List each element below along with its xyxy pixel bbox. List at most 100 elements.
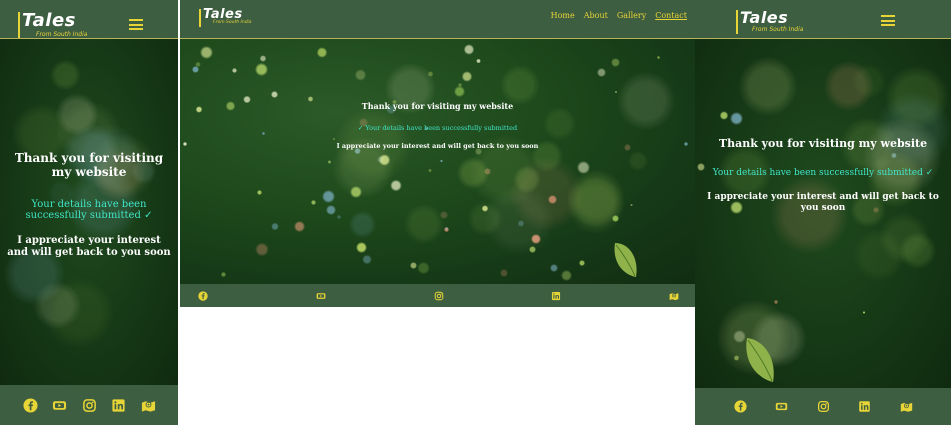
bokeh-light bbox=[824, 61, 874, 111]
bokeh-light bbox=[427, 71, 434, 78]
success-text: Your details have been successfully subm… bbox=[712, 168, 923, 178]
bokeh-light bbox=[259, 55, 267, 62]
hero-section: Thank you for visiting my website ✓ Your… bbox=[180, 39, 695, 284]
map-icon[interactable] bbox=[900, 400, 913, 413]
success-text: Your details have been successfully subm… bbox=[365, 124, 518, 132]
mobile-view-right: Tales From South India Thank you for vis… bbox=[695, 0, 951, 425]
success-message: Your details have been successfully subm… bbox=[0, 199, 178, 221]
bokeh-light bbox=[738, 57, 798, 116]
bokeh-light bbox=[456, 157, 489, 189]
header: Tales From South India bbox=[0, 0, 178, 39]
bokeh-light bbox=[257, 189, 263, 195]
nav-gallery[interactable]: Gallery bbox=[617, 11, 646, 20]
logo[interactable]: Tales From South India bbox=[736, 8, 816, 38]
follow-up-message: I appreciate your interest and will get … bbox=[336, 142, 539, 150]
bokeh-light bbox=[483, 167, 491, 175]
header: Tales From South India Home About Galler… bbox=[180, 0, 695, 39]
success-message: Your details have been successfully subm… bbox=[695, 168, 951, 178]
bokeh-light bbox=[270, 90, 278, 98]
leaf-icon bbox=[746, 338, 774, 382]
bokeh-light bbox=[517, 220, 525, 227]
bokeh-light bbox=[349, 185, 362, 198]
bokeh-light bbox=[332, 137, 335, 140]
instagram-icon[interactable] bbox=[434, 291, 444, 301]
bokeh-light bbox=[43, 277, 115, 349]
bokeh-light bbox=[876, 92, 951, 167]
bokeh-light bbox=[657, 56, 661, 59]
bokeh-light bbox=[254, 62, 268, 76]
bokeh-light bbox=[461, 71, 473, 82]
bokeh-light bbox=[271, 222, 280, 231]
map-icon[interactable] bbox=[141, 398, 156, 413]
bokeh-light bbox=[390, 179, 402, 191]
success-text: Your details have been successfully subm… bbox=[25, 199, 147, 221]
bokeh-light bbox=[610, 57, 621, 68]
linkedin-icon[interactable] bbox=[551, 291, 561, 301]
bokeh-light bbox=[439, 159, 443, 163]
bokeh-light bbox=[528, 246, 536, 254]
bokeh-light bbox=[771, 176, 849, 254]
bokeh-light bbox=[199, 45, 213, 59]
bokeh-light bbox=[322, 190, 336, 203]
bokeh-light bbox=[354, 69, 367, 81]
bokeh-light bbox=[597, 68, 606, 77]
bokeh-light bbox=[232, 67, 238, 74]
logo-title: Tales bbox=[22, 10, 76, 31]
bokeh-light bbox=[463, 43, 475, 55]
logo-bar bbox=[18, 12, 20, 38]
hamburger-menu-icon[interactable] bbox=[881, 15, 895, 26]
follow-up-message: I appreciate your interest and will get … bbox=[707, 192, 939, 213]
bokeh-light bbox=[327, 160, 331, 164]
map-icon[interactable] bbox=[669, 291, 679, 301]
bokeh-light bbox=[851, 63, 886, 99]
bokeh-light bbox=[454, 86, 465, 97]
follow-up-message: I appreciate your interest and will get … bbox=[7, 235, 171, 258]
nav-home[interactable]: Home bbox=[551, 11, 575, 20]
bokeh-light bbox=[627, 150, 649, 172]
youtube-icon[interactable] bbox=[775, 400, 788, 413]
bokeh-light bbox=[476, 58, 481, 63]
bokeh-light bbox=[483, 185, 554, 255]
bokeh-light bbox=[445, 226, 448, 230]
bokeh-light bbox=[362, 254, 372, 265]
bokeh-light bbox=[55, 92, 99, 136]
bokeh-light bbox=[547, 194, 557, 204]
instagram-icon[interactable] bbox=[817, 400, 830, 413]
bokeh-light bbox=[733, 355, 740, 361]
bokeh-light bbox=[513, 165, 542, 194]
facebook-icon[interactable] bbox=[733, 400, 747, 413]
leaf-icon bbox=[614, 243, 637, 277]
bokeh-light bbox=[509, 157, 584, 231]
bokeh-light bbox=[612, 215, 619, 222]
bokeh-light bbox=[417, 261, 430, 275]
bokeh-light bbox=[578, 259, 586, 267]
logo-tagline: From South India bbox=[752, 26, 804, 33]
hamburger-menu-icon[interactable] bbox=[129, 19, 143, 30]
logo[interactable]: Tales From South India bbox=[18, 10, 98, 40]
facebook-icon[interactable] bbox=[22, 397, 38, 413]
bokeh-light bbox=[325, 205, 336, 216]
youtube-icon[interactable] bbox=[316, 291, 326, 301]
logo[interactable]: Tales From South India bbox=[199, 7, 269, 29]
youtube-icon[interactable] bbox=[52, 398, 67, 413]
instagram-icon[interactable] bbox=[82, 398, 97, 413]
bokeh-light bbox=[444, 226, 449, 232]
bokeh-light bbox=[255, 242, 269, 257]
linkedin-icon[interactable] bbox=[858, 400, 871, 413]
linkedin-icon[interactable] bbox=[111, 398, 126, 413]
logo-tagline: From South India bbox=[213, 20, 252, 25]
bokeh-light bbox=[349, 211, 376, 238]
nav-contact[interactable]: Contact bbox=[655, 11, 687, 20]
bokeh-light bbox=[195, 62, 201, 68]
facebook-icon[interactable] bbox=[198, 290, 208, 301]
logo-bar bbox=[736, 10, 738, 34]
nav-about[interactable]: About bbox=[584, 11, 608, 20]
bokeh-light bbox=[773, 300, 778, 305]
mobile-view-left: Tales From South India Thank you for vis… bbox=[0, 0, 178, 425]
bokeh-light bbox=[377, 155, 385, 164]
success-message: ✓ Your details have been successfully su… bbox=[180, 124, 695, 132]
bokeh-light bbox=[355, 241, 367, 253]
bokeh-light bbox=[719, 110, 729, 120]
bokeh-light bbox=[310, 200, 316, 206]
bokeh-light bbox=[191, 66, 199, 74]
